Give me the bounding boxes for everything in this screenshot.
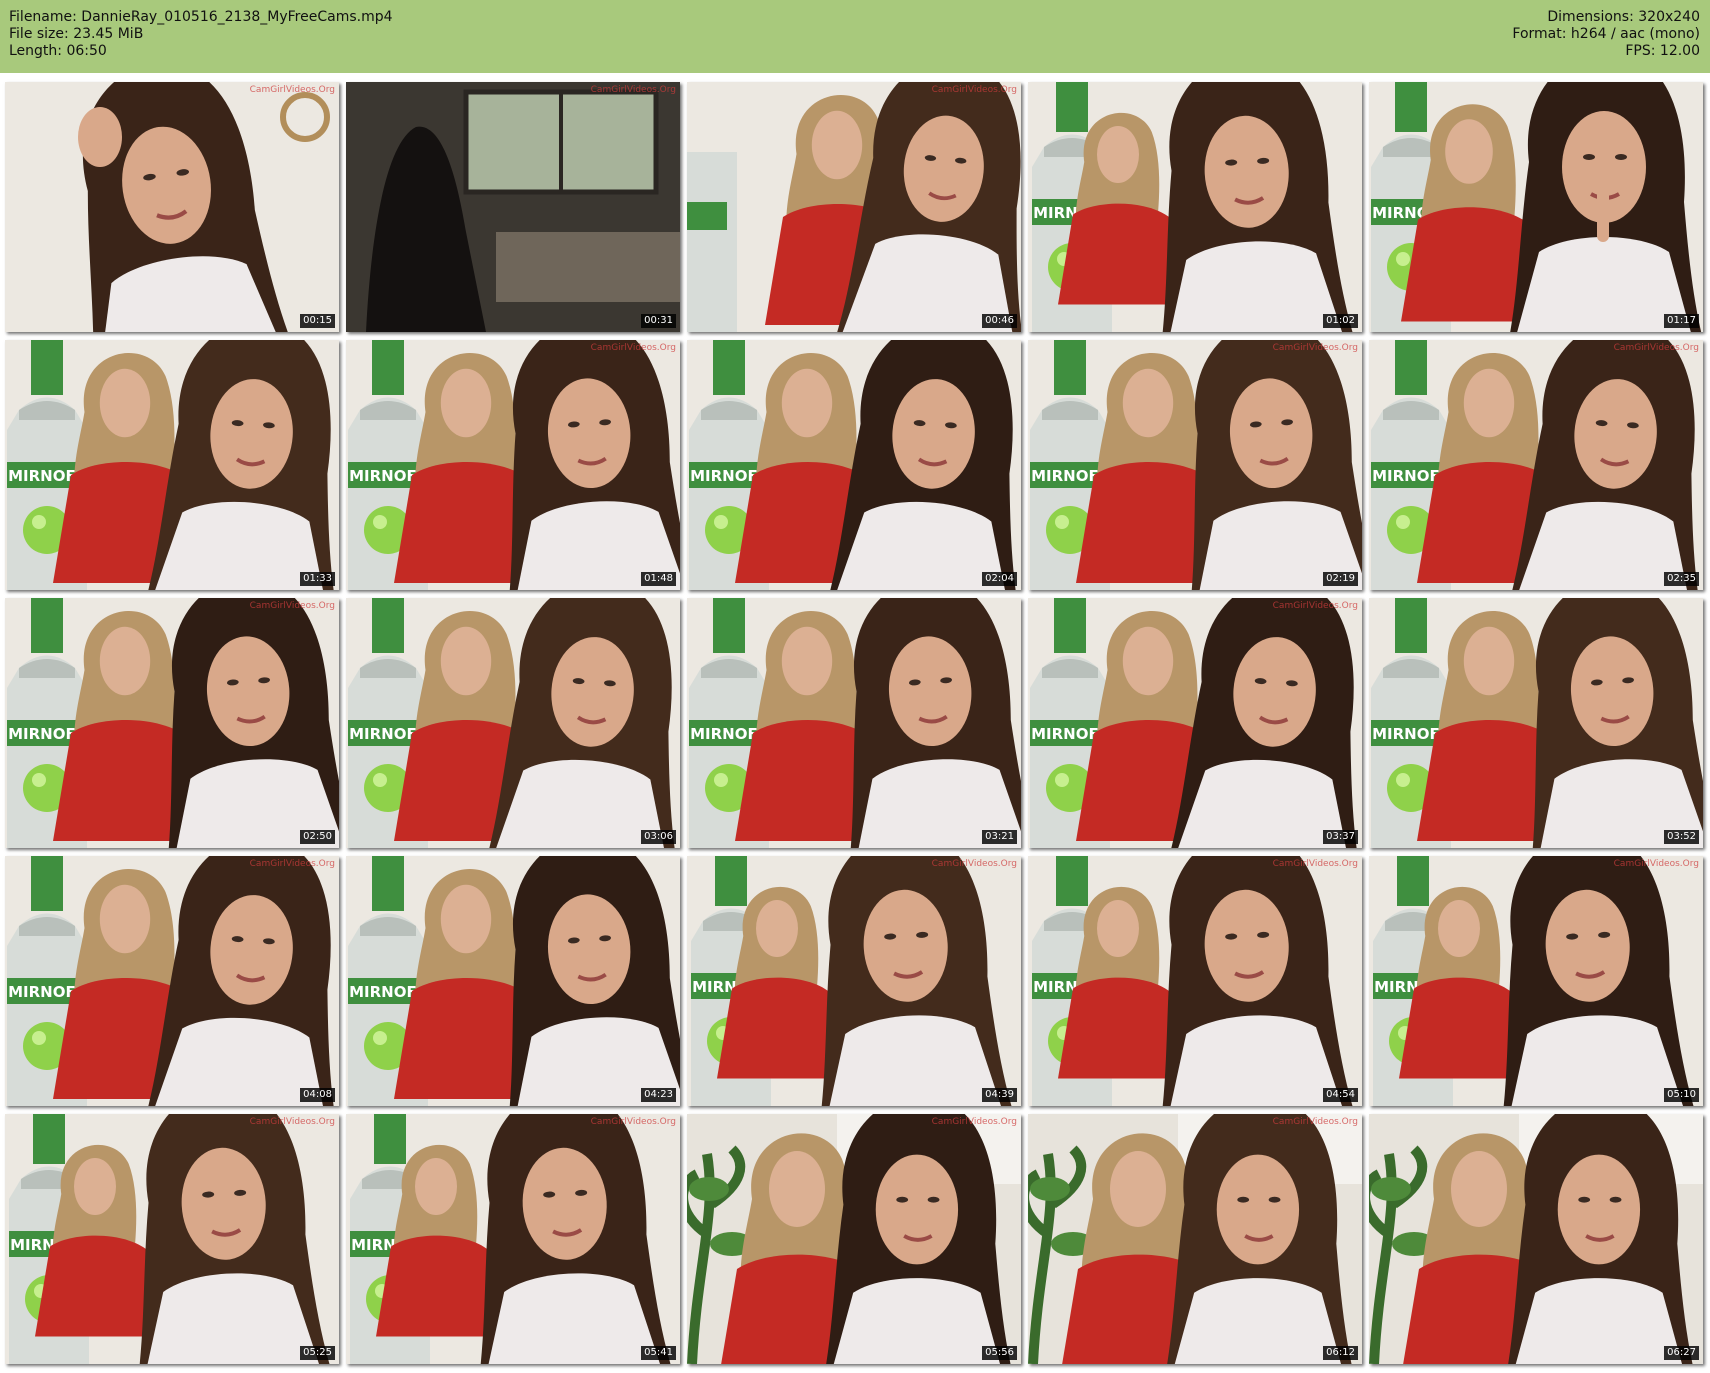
watermark: CamGirlVideos.Org [249, 85, 335, 95]
video-thumbnail: MIRNOFF 03:21 [687, 598, 1021, 848]
timestamp-label: 03:37 [1323, 830, 1358, 844]
timestamp-label: 02:50 [300, 830, 335, 844]
watermark: CamGirlVideos.Org [1272, 859, 1358, 869]
watermark: CamGirlVideos.Org [590, 85, 676, 95]
timestamp-label: 04:39 [982, 1088, 1017, 1102]
frame-image: MIRNOFF [1028, 82, 1362, 332]
video-thumbnail: MIRNOFF 01:17 [1369, 82, 1703, 332]
watermark: CamGirlVideos.Org [1613, 859, 1699, 869]
video-thumbnail: MIRNOFF 02:04 [687, 340, 1021, 590]
video-thumbnail: MIRNOFF CamGirlVideos.Org 05:41 [346, 1114, 680, 1364]
video-thumbnail: MIRNOFF 03:06 [346, 598, 680, 848]
frame-image [1369, 1114, 1703, 1364]
frame-image: MIRNOFF [5, 598, 339, 848]
video-thumbnail: MIRNOFF CamGirlVideos.Org 04:08 [5, 856, 339, 1106]
frame-image: MIRNOFF [5, 1114, 339, 1364]
timestamp-label: 04:54 [1323, 1088, 1358, 1102]
frame-image [687, 1114, 1021, 1364]
timestamp-label: 06:27 [1664, 1346, 1699, 1360]
timestamp-label: 01:48 [641, 572, 676, 586]
watermark: CamGirlVideos.Org [931, 1117, 1017, 1127]
watermark: CamGirlVideos.Org [931, 85, 1017, 95]
timestamp-label: 04:23 [641, 1088, 676, 1102]
timestamp-label: 05:56 [982, 1346, 1017, 1360]
watermark: CamGirlVideos.Org [249, 601, 335, 611]
timestamp-label: 00:46 [982, 314, 1017, 328]
frame-image: MIRNOFF [346, 340, 680, 590]
timestamp-label: 01:17 [1664, 314, 1699, 328]
watermark: CamGirlVideos.Org [931, 859, 1017, 869]
frame-image: MIRNOFF [1369, 856, 1703, 1106]
video-thumbnail: CamGirlVideos.Org 00:31 [346, 82, 680, 332]
timestamp-label: 03:06 [641, 830, 676, 844]
frame-image: MIRNOFF [687, 340, 1021, 590]
video-thumbnail: MIRNOFF CamGirlVideos.Org 04:39 [687, 856, 1021, 1106]
watermark: CamGirlVideos.Org [1272, 601, 1358, 611]
frame-image: MIRNOFF [1028, 598, 1362, 848]
frame-image [346, 82, 680, 332]
timestamp-label: 02:04 [982, 572, 1017, 586]
frame-image: MIRNOFF [1369, 598, 1703, 848]
timestamp-label: 02:19 [1323, 572, 1358, 586]
watermark: CamGirlVideos.Org [1272, 343, 1358, 353]
frame-image [5, 82, 339, 332]
timestamp-label: 03:52 [1664, 830, 1699, 844]
timestamp-label: 05:41 [641, 1346, 676, 1360]
timestamp-label: 01:33 [300, 572, 335, 586]
timestamp-label: 04:08 [300, 1088, 335, 1102]
thumbnail-grid: CamGirlVideos.Org 00:15 CamGirlVideos.Org… [0, 0, 1710, 1373]
video-thumbnail: MIRNOFF CamGirlVideos.Org 04:54 [1028, 856, 1362, 1106]
watermark: CamGirlVideos.Org [1613, 343, 1699, 353]
video-thumbnail: MIRNOFF CamGirlVideos.Org 05:25 [5, 1114, 339, 1364]
frame-image: MIRNOFF [1028, 856, 1362, 1106]
frame-image: MIRNOFF [687, 856, 1021, 1106]
frame-image: MIRNOFF [346, 856, 680, 1106]
frame-image [687, 82, 1021, 332]
frame-image: MIRNOFF [1369, 340, 1703, 590]
video-thumbnail: MIRNOFF CamGirlVideos.Org 05:10 [1369, 856, 1703, 1106]
video-thumbnail: MIRNOFF 01:02 [1028, 82, 1362, 332]
video-thumbnail: MIRNOFF 01:33 [5, 340, 339, 590]
video-thumbnail: CamGirlVideos.Org 00:15 [5, 82, 339, 332]
timestamp-label: 00:15 [300, 314, 335, 328]
timestamp-label: 02:35 [1664, 572, 1699, 586]
frame-image [1028, 1114, 1362, 1364]
frame-image: MIRNOFF [5, 340, 339, 590]
watermark: CamGirlVideos.Org [590, 343, 676, 353]
video-thumbnail: CamGirlVideos.Org 05:56 [687, 1114, 1021, 1364]
video-thumbnail: MIRNOFF CamGirlVideos.Org 01:48 [346, 340, 680, 590]
watermark: CamGirlVideos.Org [590, 1117, 676, 1127]
frame-image: MIRNOFF [346, 1114, 680, 1364]
timestamp-label: 03:21 [982, 830, 1017, 844]
video-thumbnail: MIRNOFF 04:23 [346, 856, 680, 1106]
video-thumbnail: MIRNOFF CamGirlVideos.Org 02:19 [1028, 340, 1362, 590]
video-thumbnail: CamGirlVideos.Org 06:12 [1028, 1114, 1362, 1364]
frame-image: MIRNOFF [5, 856, 339, 1106]
frame-image: MIRNOFF [346, 598, 680, 848]
watermark: CamGirlVideos.Org [1272, 1117, 1358, 1127]
video-thumbnail: MIRNOFF CamGirlVideos.Org 03:37 [1028, 598, 1362, 848]
video-thumbnail: CamGirlVideos.Org 00:46 [687, 82, 1021, 332]
video-thumbnail: MIRNOFF CamGirlVideos.Org 02:50 [5, 598, 339, 848]
timestamp-label: 06:12 [1323, 1346, 1358, 1360]
watermark: CamGirlVideos.Org [249, 1117, 335, 1127]
frame-image: MIRNOFF [1028, 340, 1362, 590]
watermark: CamGirlVideos.Org [249, 859, 335, 869]
timestamp-label: 01:02 [1323, 314, 1358, 328]
timestamp-label: 00:31 [641, 314, 676, 328]
timestamp-label: 05:10 [1664, 1088, 1699, 1102]
video-thumbnail: MIRNOFF 03:52 [1369, 598, 1703, 848]
frame-image: MIRNOFF [687, 598, 1021, 848]
frame-image: MIRNOFF [1369, 82, 1703, 332]
video-thumbnail: MIRNOFF CamGirlVideos.Org 02:35 [1369, 340, 1703, 590]
timestamp-label: 05:25 [300, 1346, 335, 1360]
video-thumbnail: 06:27 [1369, 1114, 1703, 1364]
